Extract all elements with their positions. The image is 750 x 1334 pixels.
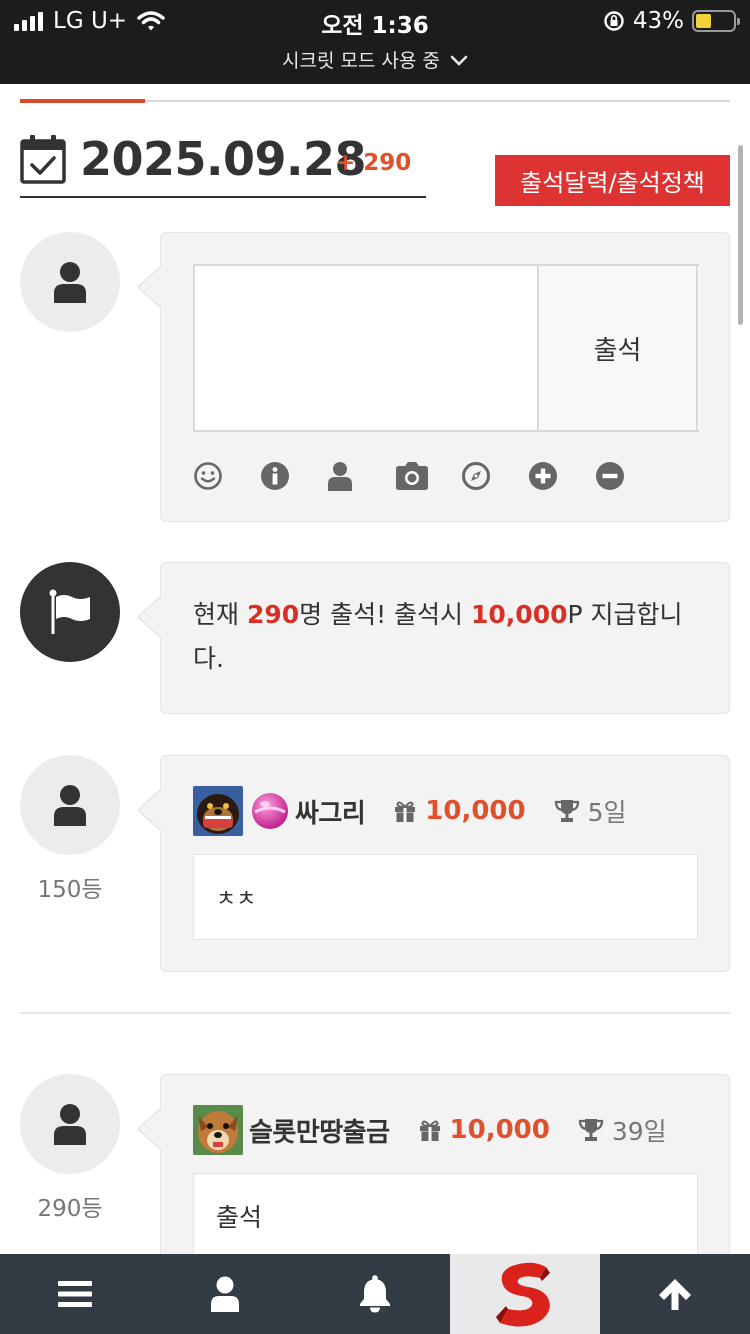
status-right: 43% <box>603 8 740 34</box>
date-header: 2025.09.28 + 290 <box>20 130 426 198</box>
entry-message: ㅊㅊ <box>193 854 698 940</box>
notice-bubble: 현재 290명 출석! 출석시 10,000P 지급합니다. <box>137 562 730 714</box>
editor-toolbar <box>193 459 662 493</box>
dog-avatar-image <box>193 786 243 836</box>
trophy-icon <box>578 1119 603 1141</box>
status-bar: LG U+ 오전 1:36 43% 시크릿 모드 사용 중 <box>0 0 750 84</box>
entry-rank: 290등 <box>37 1196 103 1222</box>
battery-fill <box>696 14 712 28</box>
attend-button[interactable]: 출석 <box>537 264 698 432</box>
mention-button[interactable] <box>327 459 394 493</box>
avatar <box>20 1074 120 1174</box>
chevron-down-icon <box>450 55 468 66</box>
tab-underline <box>20 99 730 103</box>
emoji-button[interactable] <box>193 459 260 493</box>
attendance-count: + 290 <box>336 150 412 176</box>
trophy-icon <box>554 800 579 822</box>
points-value: 10,000 <box>449 1115 550 1145</box>
avatar <box>20 232 120 332</box>
incognito-mode-text: 시크릿 모드 사용 중 <box>281 50 440 72</box>
flag-icon <box>49 589 90 634</box>
profile-image[interactable] <box>193 786 243 836</box>
notice-avatar <box>20 562 120 662</box>
user-icon <box>54 262 86 303</box>
entry-user-line: 슬롯만땅출금 10,000 39일 <box>193 1105 667 1155</box>
minus-circle-icon <box>596 462 624 490</box>
user-name[interactable]: 슬롯만땅출금 <box>249 1112 390 1149</box>
notice-text: 현재 290명 출석! 출석시 10,000P 지급합니다. <box>193 593 705 681</box>
gift-icon <box>419 1120 440 1141</box>
user-name[interactable]: 싸그리 <box>295 793 366 830</box>
notification-button[interactable] <box>300 1254 450 1334</box>
divider <box>20 1012 730 1014</box>
attendance-days: 5일 <box>554 793 627 829</box>
bell-icon <box>360 1275 390 1313</box>
location-button[interactable] <box>461 459 528 493</box>
profile-image[interactable] <box>193 1105 243 1155</box>
notice-mid: 명 출석! 출석시 <box>299 600 472 629</box>
entry-user-line: 싸그리 10,000 5일 <box>193 786 627 836</box>
points-value: 10,000 <box>425 796 526 826</box>
active-tab-indicator <box>20 99 145 103</box>
info-button[interactable] <box>260 459 327 493</box>
camera-icon <box>396 462 428 490</box>
shrink-button[interactable] <box>595 459 662 493</box>
bottom-nav <box>0 1254 750 1334</box>
dog-avatar-image <box>193 1105 243 1155</box>
compass-icon <box>462 462 490 490</box>
notice-points: 10,000 <box>471 600 568 629</box>
menu-icon <box>58 1281 92 1307</box>
profile-button[interactable] <box>150 1254 300 1334</box>
attendance-entry: 싸그리 10,000 5일 ㅊㅊ <box>137 755 730 972</box>
battery-percent: 43% <box>632 8 684 34</box>
site-logo <box>496 1262 550 1327</box>
photo-button[interactable] <box>394 459 461 493</box>
info-icon <box>261 462 289 490</box>
user-icon <box>211 1276 239 1312</box>
user-icon <box>328 462 352 491</box>
site-logo-button[interactable] <box>450 1254 600 1334</box>
notice-prefix: 현재 <box>193 600 247 629</box>
battery-icon <box>692 10 740 32</box>
level-badge-icon <box>252 793 288 829</box>
days-value: 5일 <box>587 798 627 827</box>
expand-button[interactable] <box>528 459 595 493</box>
incognito-mode-label[interactable]: 시크릿 모드 사용 중 <box>0 46 750 73</box>
user-icon <box>54 1104 86 1145</box>
arrow-up-icon <box>659 1279 691 1310</box>
reward-points: 10,000 <box>393 796 526 826</box>
write-form: 출석 <box>137 232 730 522</box>
calendar-check-icon <box>20 135 66 184</box>
reward-points: 10,000 <box>418 1115 550 1145</box>
gift-icon <box>395 801 416 822</box>
days-value: 39일 <box>611 1117 667 1146</box>
scrollbar[interactable] <box>738 145 743 325</box>
avatar <box>20 755 120 855</box>
attendance-days: 39일 <box>578 1112 667 1148</box>
user-icon <box>54 785 86 826</box>
date-title: 2025.09.28 <box>80 132 367 186</box>
plus-circle-icon <box>529 462 557 490</box>
smile-icon <box>194 462 222 490</box>
notice-count: 290 <box>246 600 300 629</box>
rotation-lock-icon <box>604 11 624 31</box>
menu-button[interactable] <box>0 1254 150 1334</box>
scroll-top-button[interactable] <box>600 1254 750 1334</box>
entry-rank: 150등 <box>37 877 103 903</box>
attendance-policy-button[interactable]: 출석달력/출석정책 <box>495 155 730 206</box>
